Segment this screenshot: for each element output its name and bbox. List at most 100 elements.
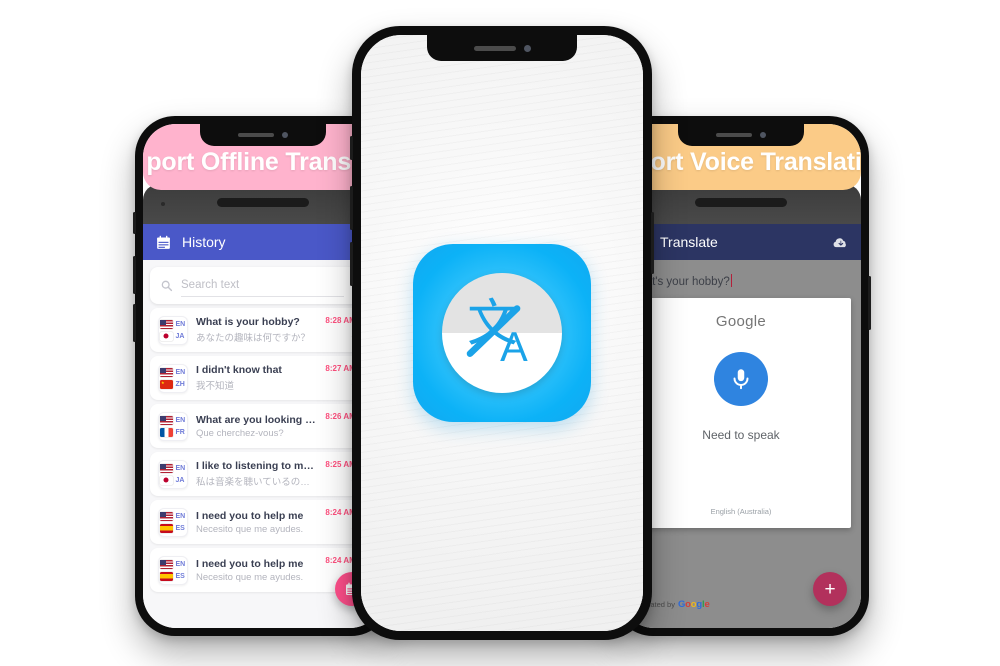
translate-appbar: 文 A Translate: [621, 224, 861, 260]
history-row[interactable]: EN ES I need you to help me Necesito que me…: [150, 500, 376, 544]
plus-icon: +: [824, 578, 836, 600]
history-row[interactable]: EN JA I like to listening to music 私は音楽を聴いて…: [150, 452, 376, 496]
power-button[interactable]: [868, 276, 871, 330]
search-bar[interactable]: Search text: [150, 267, 376, 304]
search-placeholder: Search text: [181, 278, 240, 291]
source-language-code: EN: [175, 464, 186, 472]
us-flag: [159, 511, 173, 521]
volume-up-button[interactable]: [133, 256, 136, 294]
target-language-code: JA: [175, 332, 185, 340]
target-language: JA: [159, 331, 187, 341]
history-target-text: Necesito que me ayudes.: [196, 571, 304, 583]
front-camera: [760, 132, 766, 138]
right-phone-notch: [678, 124, 804, 146]
right-device-bezel-graphic: [621, 184, 861, 226]
history-list: EN JA What is your hobby? あなたの趣味は何ですか？ 8:28 …: [143, 308, 383, 592]
fr-flag: [159, 427, 173, 437]
calendar-icon: [157, 235, 170, 249]
history-source-text: I like to listening to music: [196, 460, 316, 472]
search-icon: [161, 280, 173, 292]
voice-dialog-status: Need to speak: [702, 428, 780, 442]
history-target-text: 私は音楽を聴いているのが…: [196, 477, 316, 488]
cn-flag: ★: [159, 379, 173, 389]
us-flag: [159, 319, 173, 329]
earpiece-speaker: [238, 133, 274, 137]
google-voice-dialog: Google Need to speak English (Australia): [631, 298, 851, 528]
earpiece-speaker: [473, 45, 516, 51]
language-pair-chip[interactable]: EN ES: [158, 507, 188, 537]
volume-down-button[interactable]: [350, 242, 353, 286]
target-language: ES: [159, 523, 187, 533]
target-language: FR: [159, 427, 187, 437]
language-pair-chip[interactable]: EN ★ ZH: [158, 363, 188, 393]
history-source-text: What are you looking for?: [196, 413, 316, 426]
translate-input[interactable]: what's your hobby?: [621, 260, 861, 288]
right-phone-screen: pport Voice Translati 文 A Translate what…: [621, 124, 861, 628]
voice-dialog-title: Google: [715, 313, 767, 330]
microphone-button[interactable]: [714, 352, 768, 406]
source-language: EN: [159, 319, 187, 329]
history-row[interactable]: EN FR What are you looking for? Que cherche…: [150, 404, 376, 448]
earpiece-speaker: [716, 133, 752, 137]
target-language-code: FR: [175, 428, 185, 436]
volume-down-button[interactable]: [133, 304, 136, 342]
target-language: ES: [159, 571, 187, 581]
google-logo: Google: [677, 599, 710, 610]
left-phone-notch: [200, 124, 326, 146]
language-pair-chip[interactable]: EN FR: [158, 411, 188, 441]
jp-flag: [159, 475, 173, 485]
source-language: EN: [159, 511, 187, 521]
target-language: ★ ZH: [159, 379, 187, 389]
history-source-text: I need you to help me: [196, 509, 304, 522]
history-row-text: I didn't know that 我不知道: [188, 364, 316, 392]
silent-switch[interactable]: [133, 212, 136, 234]
promo-scene: port Offline Translat History Search tex…: [0, 0, 1000, 666]
history-source-text: I need you to help me: [196, 557, 304, 570]
silent-switch[interactable]: [350, 136, 353, 160]
history-source-text: What is your hobby?: [196, 316, 300, 328]
us-flag: [159, 367, 173, 377]
history-target-text: あなたの趣味は何ですか？: [196, 333, 311, 344]
translator-app-icon[interactable]: 文 A: [413, 244, 591, 422]
history-row-text: I like to listening to music 私は音楽を聴いているのが…: [188, 460, 316, 488]
voice-dialog-language: English (Australia): [710, 507, 772, 516]
center-phone-mockup: 文 A: [350, 26, 654, 640]
jp-flag: [159, 331, 173, 341]
source-language: EN: [159, 463, 187, 473]
volume-up-button[interactable]: [350, 186, 353, 230]
search-input[interactable]: Search text: [181, 275, 344, 297]
target-language-code: JA: [175, 476, 185, 484]
source-language-code: EN: [175, 320, 186, 328]
history-target-text: Que cherchez-vous?: [196, 427, 284, 439]
history-target-text: 我不知道: [196, 381, 235, 392]
history-screen-body: Search text EN JA What is your hobby? あなたの趣…: [143, 260, 383, 628]
right-promo-banner-text: pport Voice Translati: [621, 148, 861, 176]
history-row-text: What are you looking for? Que cherchez-vo…: [188, 414, 316, 439]
history-row[interactable]: EN JA What is your hobby? あなたの趣味は何ですか？ 8:28 …: [150, 308, 376, 352]
source-language: EN: [159, 415, 187, 425]
center-phone-notch: [427, 35, 577, 61]
target-language-code: ES: [175, 572, 185, 580]
translate-appbar-title: Translate: [660, 234, 718, 250]
language-pair-chip[interactable]: EN ES: [158, 555, 188, 585]
history-appbar-title: History: [182, 234, 226, 250]
source-language-code: EN: [175, 560, 186, 568]
language-pair-chip[interactable]: EN JA: [158, 315, 188, 345]
add-translation-fab[interactable]: +: [813, 572, 847, 606]
history-target-text: Necesito que me ayudes.: [196, 523, 304, 535]
app-icon-disc: 文 A: [442, 273, 562, 393]
history-source-text: I didn't know that: [196, 364, 282, 376]
history-row-text: What is your hobby? あなたの趣味は何ですか？: [188, 316, 316, 344]
text-cursor: [730, 274, 733, 287]
language-pair-chip[interactable]: EN JA: [158, 459, 188, 489]
source-language: EN: [159, 559, 187, 569]
source-language-code: EN: [175, 416, 186, 424]
cloud-download-icon[interactable]: [832, 234, 849, 251]
power-button[interactable]: [651, 212, 654, 274]
history-row[interactable]: EN ★ ZH I didn't know that 我不知道 8:27 AM (+): [150, 356, 376, 400]
history-row-text: I need you to help me Necesito que me ayu…: [188, 510, 316, 535]
history-appbar: History: [143, 224, 383, 260]
target-language-code: ES: [175, 524, 185, 532]
microphone-icon: [733, 369, 749, 390]
target-language: JA: [159, 475, 187, 485]
